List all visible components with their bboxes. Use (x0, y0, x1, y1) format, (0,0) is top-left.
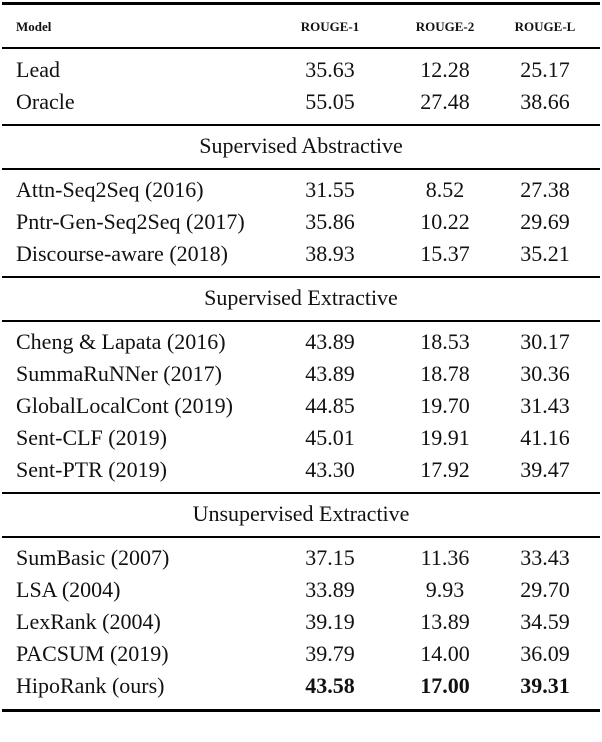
model-cell: LexRank (2004) (16, 609, 161, 634)
table-row: PACSUM (2019) 39.79 14.00 36.09 (0, 638, 602, 670)
rouge-2-cell: 18.78 (420, 361, 470, 386)
section-rule (2, 276, 600, 278)
rouge-l-cell: 39.47 (520, 457, 570, 482)
model-cell: Attn-Seq2Seq (2016) (16, 177, 204, 202)
rouge-l-cell: 39.31 (520, 673, 570, 698)
rouge-2-cell: 27.48 (420, 89, 470, 114)
rouge-l-cell: 36.09 (520, 641, 570, 666)
model-cell: Sent-CLF (2019) (16, 425, 167, 450)
rouge-2-cell: 17.92 (420, 457, 470, 482)
rouge-l-cell: 33.43 (520, 545, 570, 570)
rouge-1-cell: 35.63 (305, 57, 355, 82)
model-cell: Cheng & Lapata (2016) (16, 329, 226, 354)
model-cell: Pntr-Gen-Seq2Seq (2017) (16, 209, 245, 234)
header-rouge-1: ROUGE-1 (300, 19, 360, 34)
table-row: SummaRuNNer (2017) 43.89 18.78 30.36 (0, 358, 602, 390)
rouge-1-cell: 55.05 (305, 89, 355, 114)
table-row: Oracle 55.05 27.48 38.66 (0, 86, 602, 118)
rouge-l-cell: 30.17 (520, 329, 570, 354)
bottom-rule (2, 709, 600, 712)
table-row: Sent-CLF (2019) 45.01 19.91 41.16 (0, 422, 602, 454)
rouge-1-cell: 31.55 (305, 177, 355, 202)
rouge-1-cell: 45.01 (305, 425, 355, 450)
table-row: Pntr-Gen-Seq2Seq (2017) 35.86 10.22 29.69 (0, 206, 602, 238)
rouge-l-cell: 29.70 (520, 577, 570, 602)
rouge-2-cell: 15.37 (420, 241, 470, 266)
table-row: Sent-PTR (2019) 43.30 17.92 39.47 (0, 454, 602, 486)
rouge-2-cell: 14.00 (420, 641, 470, 666)
table-row: Lead 35.63 12.28 25.17 (0, 54, 602, 86)
rouge-1-cell: 43.58 (305, 673, 355, 698)
table-row: HipoRank (ours) 43.58 17.00 39.31 (0, 670, 602, 702)
top-rule (2, 2, 600, 5)
model-cell: PACSUM (2019) (16, 641, 169, 666)
rouge-1-cell: 38.93 (305, 241, 355, 266)
rouge-1-cell: 44.85 (305, 393, 355, 418)
rouge-2-cell: 13.89 (420, 609, 470, 634)
rouge-2-cell: 18.53 (420, 329, 470, 354)
rouge-l-cell: 31.43 (520, 393, 570, 418)
section-title: Supervised Abstractive (199, 133, 403, 158)
rouge-l-cell: 41.16 (520, 425, 570, 450)
section-rule (2, 492, 600, 494)
rouge-1-cell: 35.86 (305, 209, 355, 234)
model-cell: LSA (2004) (16, 577, 121, 602)
rouge-1-cell: 43.89 (305, 329, 355, 354)
rouge-2-cell: 10.22 (420, 209, 470, 234)
section-rule (2, 320, 600, 322)
model-cell: Lead (16, 57, 60, 82)
rouge-1-cell: 43.30 (305, 457, 355, 482)
rouge-2-cell: 19.91 (420, 425, 470, 450)
table-row: Attn-Seq2Seq (2016) 31.55 8.52 27.38 (0, 174, 602, 206)
rouge-l-cell: 27.38 (520, 177, 570, 202)
rouge-l-cell: 29.69 (520, 209, 570, 234)
rouge-l-cell: 25.17 (520, 57, 570, 82)
section-rule (2, 168, 600, 170)
rouge-2-cell: 17.00 (420, 673, 470, 698)
rouge-1-cell: 33.89 (305, 577, 355, 602)
table-row: SumBasic (2007) 37.15 11.36 33.43 (0, 542, 602, 574)
section-title: Unsupervised Extractive (192, 501, 410, 526)
rouge-1-cell: 43.89 (305, 361, 355, 386)
header-rule (2, 47, 600, 49)
model-cell: Sent-PTR (2019) (16, 457, 167, 482)
table-row: Cheng & Lapata (2016) 43.89 18.53 30.17 (0, 326, 602, 358)
rouge-l-cell: 34.59 (520, 609, 570, 634)
section-rule (2, 124, 600, 126)
rouge-2-cell: 8.52 (425, 177, 465, 202)
header-rouge-2: ROUGE-2 (415, 19, 475, 34)
model-cell: Discourse-aware (2018) (16, 241, 228, 266)
rouge-1-cell: 39.19 (305, 609, 355, 634)
model-cell: GlobalLocalCont (2019) (16, 393, 233, 418)
rouge-1-cell: 39.79 (305, 641, 355, 666)
table-row: LexRank (2004) 39.19 13.89 34.59 (0, 606, 602, 638)
section-rule (2, 536, 600, 538)
rouge-2-cell: 9.93 (425, 577, 465, 602)
rouge-l-cell: 38.66 (520, 89, 570, 114)
table-row: LSA (2004) 33.89 9.93 29.70 (0, 574, 602, 606)
header-rouge-l: ROUGE-L (514, 19, 576, 34)
header-model: Model (16, 19, 52, 34)
model-cell: SumBasic (2007) (16, 545, 170, 570)
table-row: Discourse-aware (2018) 38.93 15.37 35.21 (0, 238, 602, 270)
rouge-2-cell: 11.36 (420, 545, 470, 570)
section-title: Supervised Extractive (204, 285, 398, 310)
rouge-2-cell: 12.28 (420, 57, 470, 82)
header-row: Model ROUGE-1 ROUGE-2 ROUGE-L (0, 17, 602, 37)
rouge-1-cell: 37.15 (305, 545, 355, 570)
model-cell: Oracle (16, 89, 75, 114)
rouge-l-cell: 35.21 (520, 241, 570, 266)
rouge-l-cell: 30.36 (520, 361, 570, 386)
model-cell: SummaRuNNer (2017) (16, 361, 222, 386)
table-row: GlobalLocalCont (2019) 44.85 19.70 31.43 (0, 390, 602, 422)
rouge-2-cell: 19.70 (420, 393, 470, 418)
model-cell: HipoRank (ours) (16, 673, 165, 698)
